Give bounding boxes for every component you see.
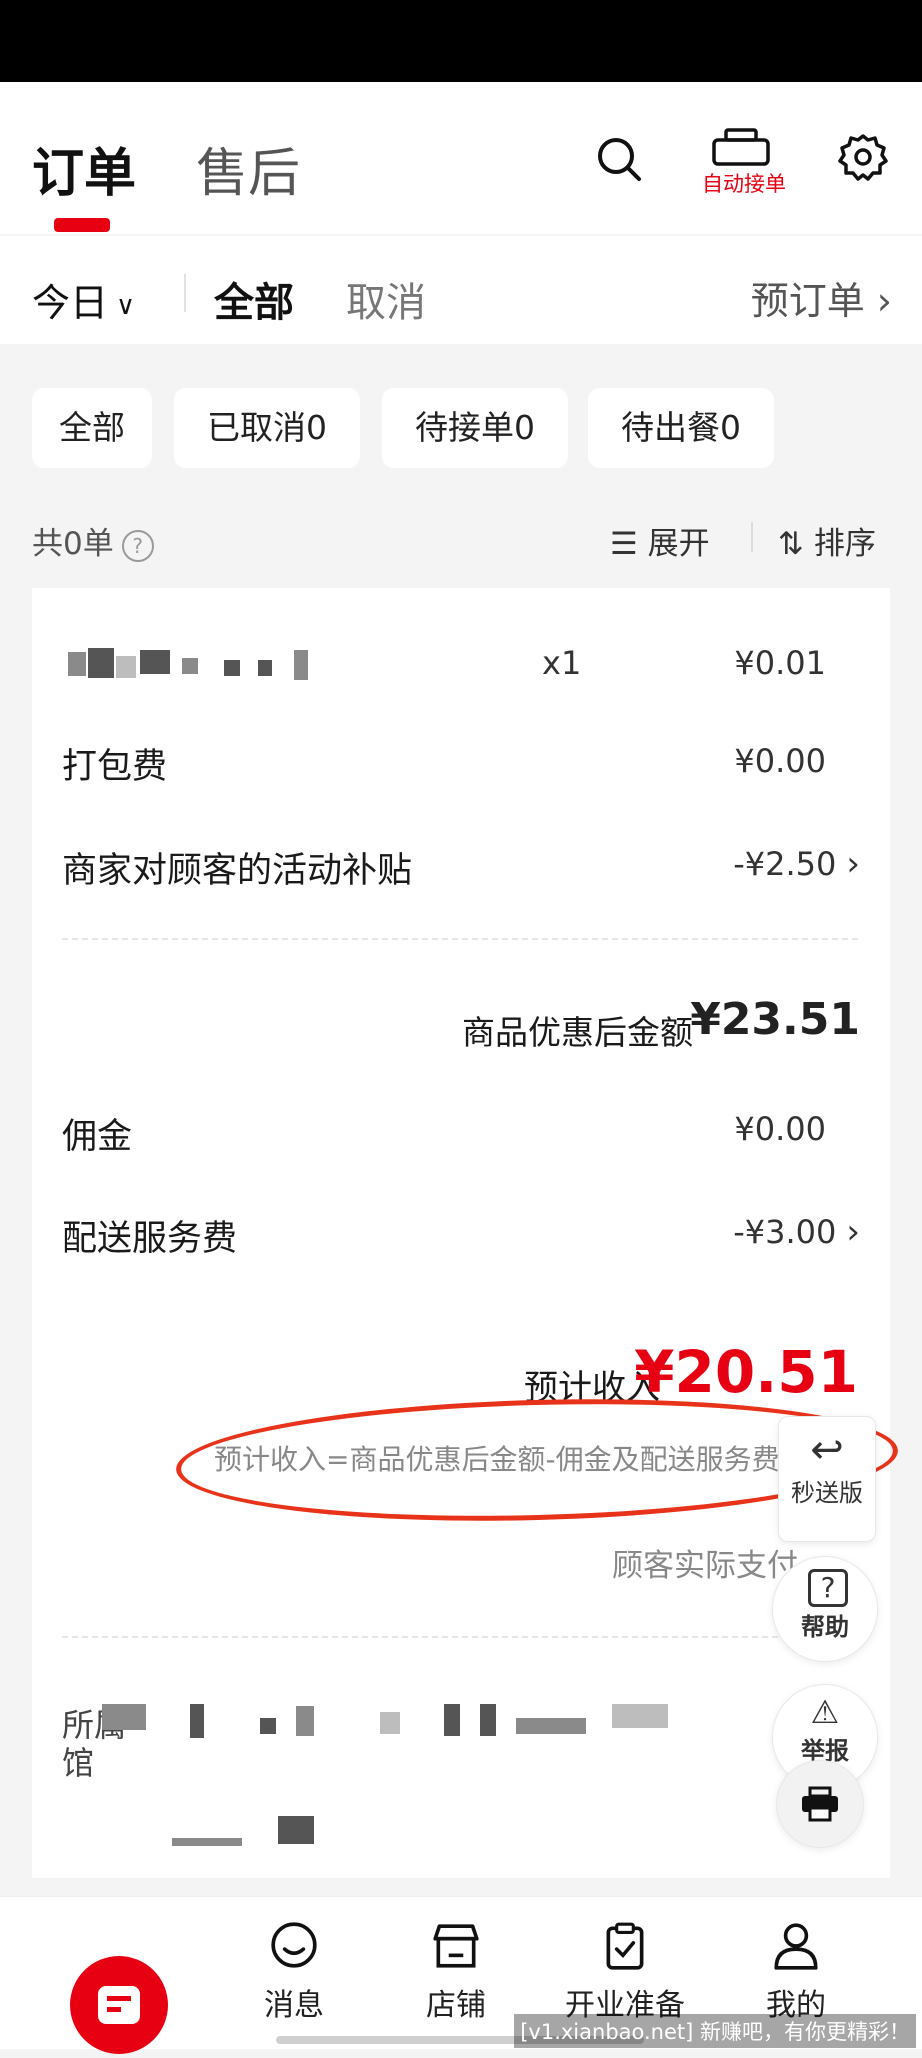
clipboard-check-icon [606,1922,644,1970]
expand-label: 展开 [647,526,710,562]
pixelated-item-name [182,658,198,674]
packing-fee-label: 打包费 [62,747,168,787]
divider [184,274,186,312]
delivery-fee-row[interactable]: -¥3.00 › [733,1212,860,1252]
nav-messages-label: 消息 [264,1988,324,2023]
sort-button[interactable]: ⇅ 排序 [778,518,876,563]
help-label: 帮助 [801,1613,849,1641]
pixelated-shop-name [102,1704,146,1730]
fast-delivery-label: 秒送版 [791,1479,863,1507]
pixelated-item-name [68,652,86,676]
nav-opening-prep[interactable]: 开业准备 [560,1920,690,2024]
item-price: ¥0.01 [734,644,826,682]
date-filter-label: 今日 [32,281,109,325]
commission-value: ¥0.00 [734,1110,826,1148]
question-icon: ? [808,1569,848,1607]
after-discount-value: ¥23.51 [690,994,860,1045]
packing-fee-value: ¥0.00 [734,742,826,780]
printer-icon [802,1786,838,1822]
delivery-fee-value: -¥3.00 [733,1213,837,1251]
printer-icon[interactable] [712,128,770,168]
auto-accept-button[interactable]: 自动接单 [692,168,796,198]
divider [62,938,858,940]
delivery-fee-label: 配送服务费 [62,1219,238,1259]
order-count: 共0单? [32,518,154,563]
fast-delivery-button[interactable]: ↩ 秒送版 [778,1416,876,1542]
pixelated-shop-name [190,1704,204,1738]
nav-store[interactable]: 店铺 [416,1920,496,2024]
order-note-icon [98,1986,140,2024]
pixelated-shop-name [260,1718,276,1734]
chip-pending-accept[interactable]: 待接单0 [382,388,568,468]
nav-orders-button[interactable] [70,1956,168,2054]
preorder-label: 预订单 [750,279,865,323]
pixelated-shop-name [480,1704,496,1736]
chevron-right-icon: › [864,279,892,323]
sort-icon: ⇅ [778,526,814,562]
store-icon [433,1924,479,1968]
chip-cancelled[interactable]: 已取消0 [174,388,360,468]
commission-label: 佣金 [62,1117,133,1157]
nav-mine[interactable]: 我的 [756,1920,836,2024]
pixelated-item-name [88,648,114,678]
customer-paid-label: 顾客实际支付 [612,1548,798,1584]
chat-icon [271,1922,317,1968]
customer-paid-link[interactable]: 顾客实际支付 [612,1540,798,1585]
tab-aftersales[interactable]: 售后 [196,148,300,200]
subsidy-row[interactable]: -¥2.50 › [733,844,860,884]
chip-all[interactable]: 全部 [32,388,152,468]
gear-icon[interactable] [838,132,888,182]
tab-active-indicator [54,218,110,232]
status-bar [0,0,922,82]
header [0,82,922,234]
pixelated-shop-name [296,1706,314,1736]
search-icon[interactable] [596,136,642,182]
pixelated-item-name [294,650,308,680]
divider [62,1636,858,1638]
pixelated-item-name [140,650,170,674]
pixelated-shop-name [612,1704,668,1728]
return-icon: ↩ [810,1427,844,1473]
order-card: x1 ¥0.01 打包费 ¥0.00 商家对顾客的活动补贴 -¥2.50 › 商品… [32,588,890,1878]
print-button[interactable] [776,1760,864,1848]
pixelated-item-name [224,660,240,676]
pixelated-item-name [116,656,136,678]
pixelated-shop-name [172,1838,242,1846]
shop-label-2: 馆 [62,1744,95,1782]
nav-store-label: 店铺 [426,1988,486,2023]
preorder-link[interactable]: 预订单 › [751,270,892,325]
pixelated-shop-name [516,1718,586,1734]
pixelated-item-name [258,660,272,676]
subsidy-label: 商家对顾客的活动补贴 [62,851,413,891]
help-button[interactable]: ? 帮助 [772,1556,878,1662]
chevron-right-icon: › [846,844,860,884]
item-qty: x1 [542,644,582,682]
subsidy-value: -¥2.50 [733,845,837,883]
tab-orders[interactable]: 订单 [32,148,136,200]
sort-label: 排序 [813,526,876,562]
pixelated-shop-name [444,1704,460,1736]
chevron-down-icon: ∨ [116,290,136,321]
user-icon [774,1923,818,1970]
watermark: [v1.xianbao.net] 新赚吧，有你更精彩！ [514,2014,916,2048]
filter-tab-all[interactable]: 全部 [214,270,294,328]
pixelated-shop-name [380,1712,400,1734]
date-filter-dropdown[interactable]: 今日 ∨ [32,272,135,327]
filter-tab-cancel[interactable]: 取消 [346,270,426,328]
list-icon: ☰ [610,526,648,562]
chip-pending-meal[interactable]: 待出餐0 [588,388,774,468]
expand-button[interactable]: ☰ 展开 [610,518,710,563]
divider [751,522,753,552]
after-discount-label: 商品优惠后金额 [462,1013,693,1052]
alarm-icon: ⚠ [810,1693,840,1731]
pixelated-shop-name [278,1816,314,1844]
chevron-right-icon: › [846,1212,860,1252]
income-value: ¥20.51 [634,1338,858,1406]
help-circle-icon[interactable]: ? [121,529,154,562]
nav-messages[interactable]: 消息 [254,1920,334,2024]
order-count-label: 共0单 [32,526,114,562]
